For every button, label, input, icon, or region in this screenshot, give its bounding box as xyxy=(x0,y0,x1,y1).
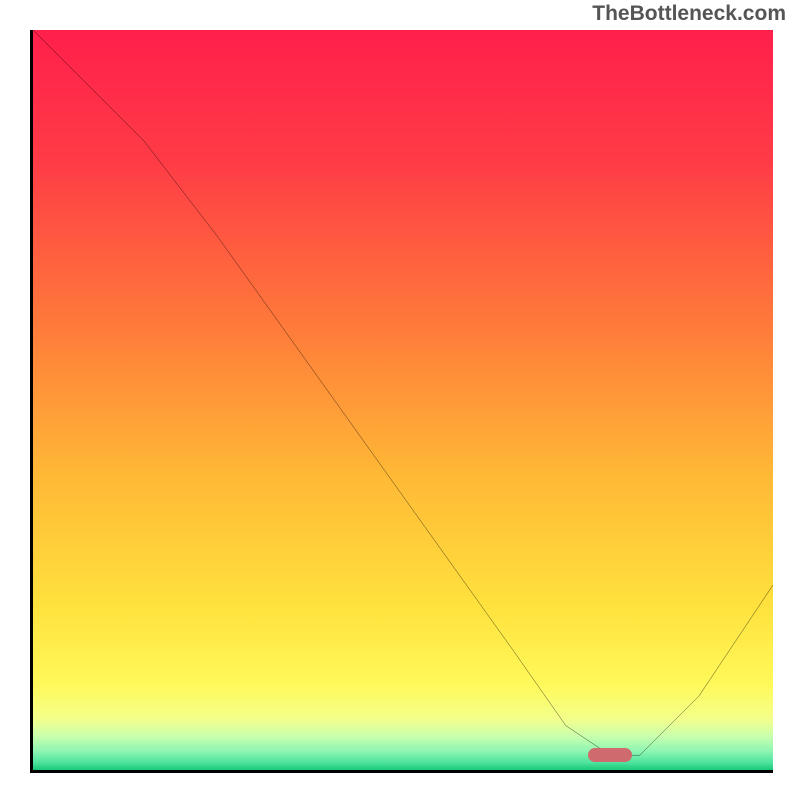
watermark-text: TheBottleneck.com xyxy=(592,2,786,26)
plot-area xyxy=(30,30,773,773)
optimal-marker xyxy=(588,748,632,762)
bottleneck-curve xyxy=(33,30,773,770)
chart-container: TheBottleneck.com xyxy=(0,0,800,800)
